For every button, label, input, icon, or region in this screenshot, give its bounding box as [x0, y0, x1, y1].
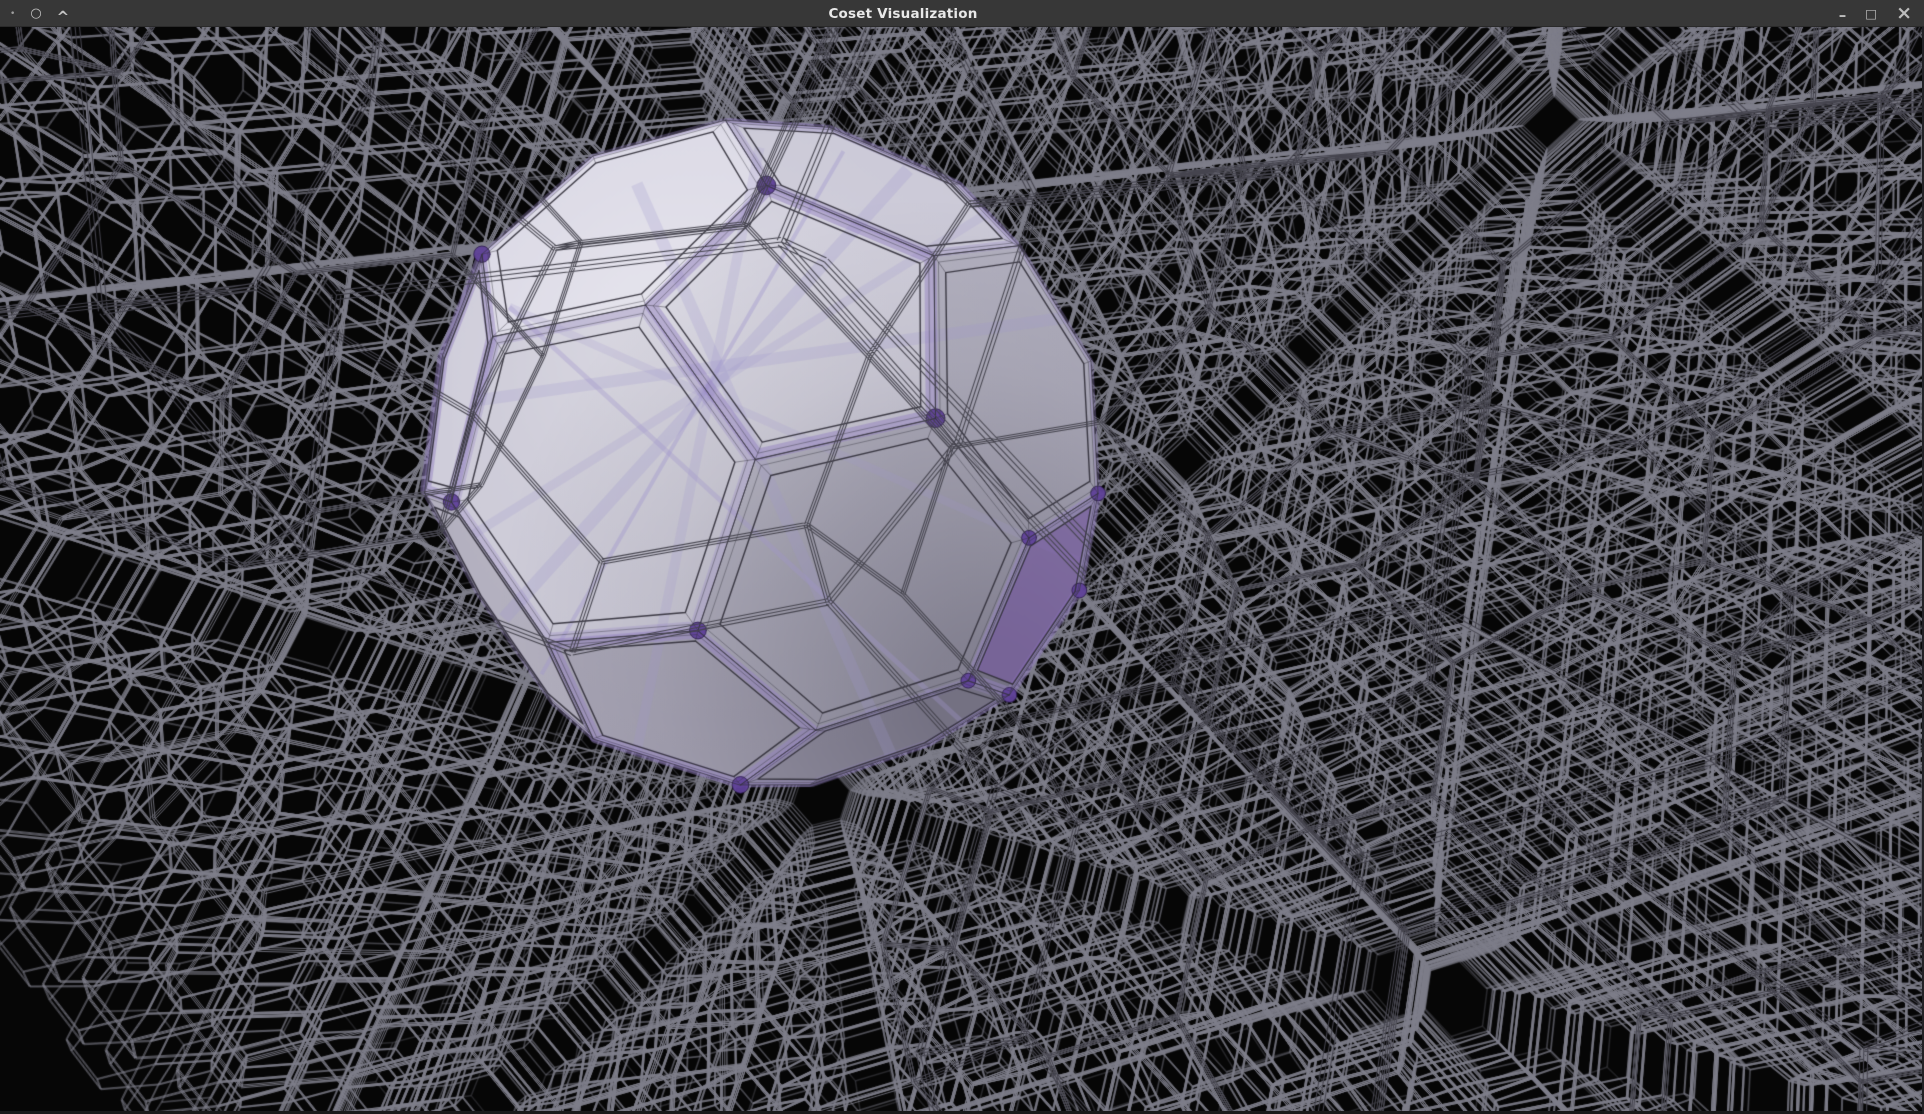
titlebar[interactable]: • ○ ^ Coset Visualization – □ ×	[0, 0, 1924, 27]
viewport	[0, 27, 1924, 1114]
scene-canvas[interactable]	[0, 27, 1924, 1114]
dot-icon[interactable]: •	[10, 9, 15, 19]
window-controls: – □ ×	[1839, 0, 1912, 27]
close-icon[interactable]: ×	[1896, 0, 1912, 27]
chevron-up-icon[interactable]: ^	[57, 8, 70, 26]
window-title: Coset Visualization	[828, 0, 977, 27]
circle-icon[interactable]: ○	[30, 6, 41, 21]
titlebar-left-icons: • ○ ^	[10, 0, 69, 27]
minimize-icon[interactable]: –	[1839, 2, 1847, 29]
maximize-icon[interactable]: □	[1865, 0, 1877, 27]
